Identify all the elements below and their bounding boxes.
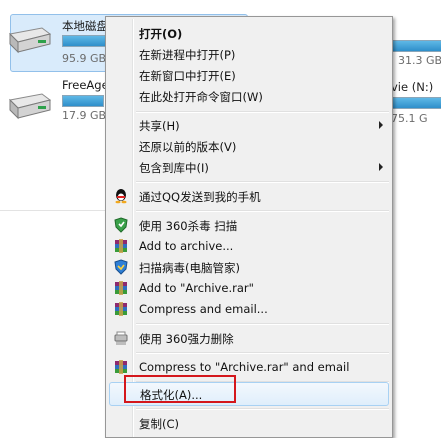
drive-usage-bar bbox=[62, 95, 104, 107]
menu-item-include-library[interactable]: 包含到库中(I) bbox=[109, 157, 389, 177]
menu-item-label: 扫描病毒(电脑管家) bbox=[139, 261, 240, 275]
drive-size-partial: 75.1 G bbox=[391, 112, 428, 125]
hard-drive-icon bbox=[8, 27, 52, 54]
qq-penguin-icon bbox=[115, 189, 127, 204]
360-shield-icon bbox=[114, 217, 128, 233]
drive-size-partial: 31.3 GB bbox=[398, 54, 441, 67]
menu-separator bbox=[136, 323, 389, 325]
menu-item-label: 包含到库中(I) bbox=[139, 161, 209, 175]
menu-item-add-archive[interactable]: Add to archive... bbox=[109, 236, 389, 256]
winrar-icon bbox=[115, 239, 127, 253]
menu-item-compress-email[interactable]: Compress and email... bbox=[109, 299, 389, 319]
drive-name: FreeAge bbox=[62, 78, 109, 92]
menu-item-restore-previous[interactable]: 还原以前的版本(V) bbox=[109, 136, 389, 156]
menu-separator bbox=[136, 352, 389, 354]
menu-item-label: 还原以前的版本(V) bbox=[139, 140, 237, 154]
winrar-icon bbox=[115, 360, 127, 374]
menu-item-label: Compress and email... bbox=[139, 302, 268, 316]
winrar-icon bbox=[115, 302, 127, 316]
drive-size: 95.9 GB bbox=[62, 52, 107, 65]
menu-separator bbox=[136, 210, 389, 212]
menu-separator bbox=[136, 111, 389, 113]
menu-item-label: 使用 360强力删除 bbox=[139, 332, 234, 346]
drive-name-partial[interactable]: vie (N:) bbox=[391, 80, 433, 94]
menu-item-open-cmd[interactable]: 在此处打开命令窗口(W) bbox=[109, 86, 389, 106]
menu-item-copy[interactable]: 复制(C) bbox=[109, 413, 389, 433]
drive-size: 17.9 GB bbox=[62, 109, 107, 122]
drive-usage-bar bbox=[390, 97, 441, 109]
shredder-icon bbox=[114, 331, 128, 345]
menu-item-add-rar[interactable]: Add to "Archive.rar" bbox=[109, 278, 389, 298]
menu-item-send-qq[interactable]: 通过QQ发送到我的手机 bbox=[109, 186, 389, 206]
menu-item-label: 通过QQ发送到我的手机 bbox=[139, 190, 261, 204]
menu-item-scan-pcmgr[interactable]: 扫描病毒(电脑管家) bbox=[109, 257, 389, 277]
menu-item-label: 复制(C) bbox=[139, 417, 180, 431]
menu-item-open-new-window[interactable]: 在新窗口中打开(E) bbox=[109, 65, 389, 85]
menu-item-label: 打开(O) bbox=[139, 27, 183, 41]
menu-item-label: 在此处打开命令窗口(W) bbox=[139, 90, 263, 104]
menu-item-compress-rar-email[interactable]: Compress to "Archive.rar" and email bbox=[109, 357, 389, 377]
pc-manager-shield-icon bbox=[114, 259, 128, 275]
group-divider bbox=[0, 210, 105, 211]
highlight-annotation-box bbox=[124, 375, 236, 403]
menu-item-label: 共享(H) bbox=[139, 119, 180, 133]
menu-separator bbox=[136, 181, 389, 183]
hard-drive-icon bbox=[8, 93, 52, 120]
menu-item-label: 在新窗口中打开(E) bbox=[139, 69, 236, 83]
submenu-arrow-icon bbox=[379, 121, 383, 129]
menu-item-share[interactable]: 共享(H) bbox=[109, 115, 389, 135]
menu-item-open[interactable]: 打开(O) bbox=[109, 23, 389, 43]
menu-item-open-new-process[interactable]: 在新进程中打开(P) bbox=[109, 44, 389, 64]
menu-item-label: Add to archive... bbox=[139, 239, 234, 253]
winrar-icon bbox=[115, 281, 127, 295]
menu-item-force-delete-360[interactable]: 使用 360强力删除 bbox=[109, 328, 389, 348]
menu-item-label: Add to "Archive.rar" bbox=[139, 281, 254, 295]
submenu-arrow-icon bbox=[379, 163, 383, 171]
menu-item-label: 在新进程中打开(P) bbox=[139, 48, 236, 62]
drive-name: 本地磁盘 bbox=[62, 19, 108, 33]
menu-item-label: 使用 360杀毒 扫描 bbox=[139, 219, 238, 233]
menu-item-label: Compress to "Archive.rar" and email bbox=[139, 360, 350, 374]
drive-usage-bar bbox=[390, 40, 441, 52]
menu-item-scan-360[interactable]: 使用 360杀毒 扫描 bbox=[109, 215, 389, 235]
menu-separator bbox=[136, 408, 389, 410]
